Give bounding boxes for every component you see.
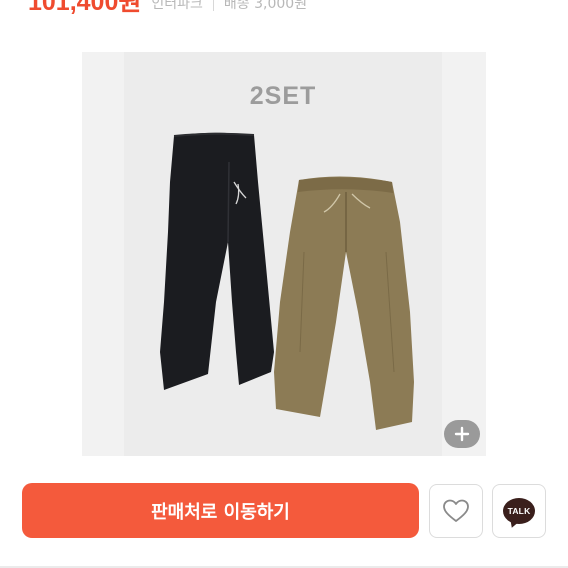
product-image: 2SET <box>124 52 442 456</box>
pants-illustration <box>160 132 414 430</box>
price-row: 101,400원 인터파크 배송 3,000원 <box>28 0 307 16</box>
plus-icon <box>454 426 470 442</box>
khaki-pants <box>274 176 414 430</box>
heart-icon <box>443 499 469 522</box>
zoom-button[interactable] <box>444 420 480 448</box>
kakao-talk-button[interactable]: TALK <box>492 484 546 538</box>
product-price: 101,400원 <box>28 0 142 16</box>
product-image-frame[interactable]: 2SET <box>82 52 486 456</box>
divider <box>212 0 214 11</box>
like-button[interactable] <box>429 484 483 538</box>
shipping-fee: 배송 3,000원 <box>223 0 308 12</box>
mall-name: 인터파크 <box>151 0 203 12</box>
go-to-seller-button[interactable]: 판매처로 이동하기 <box>22 483 419 538</box>
talk-label: TALK <box>507 506 531 516</box>
kakao-talk-icon: TALK <box>503 498 535 524</box>
black-pants <box>160 132 274 390</box>
